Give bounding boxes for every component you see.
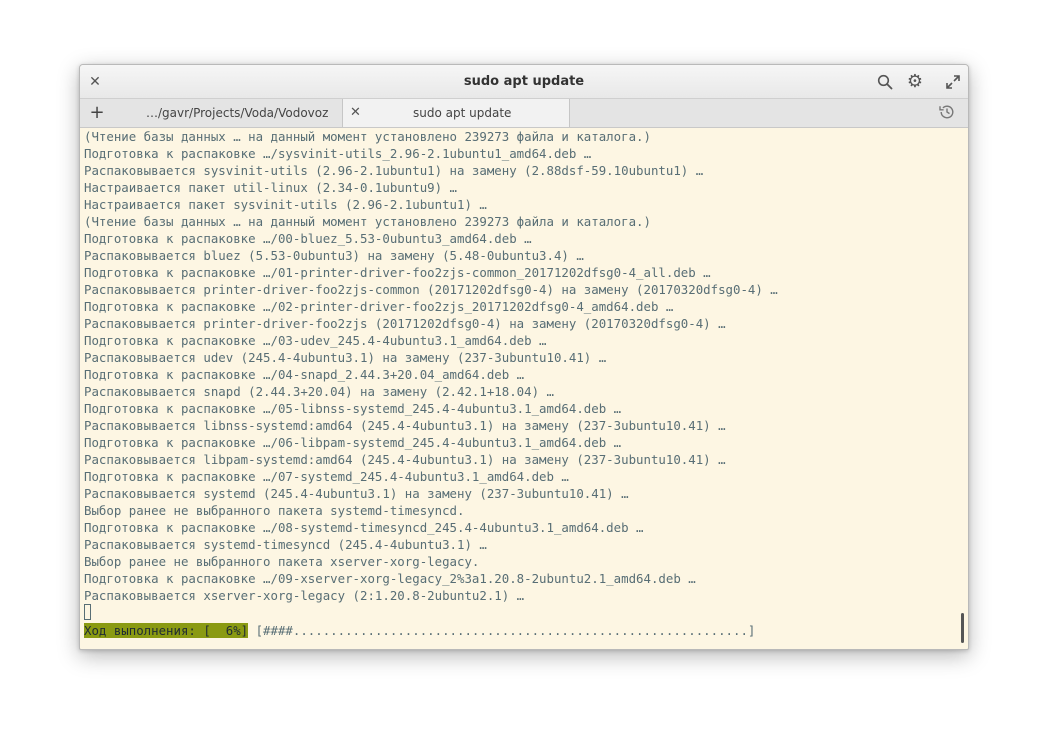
terminal-line: Настраивается пакет util-linux (2.34-0.1… <box>84 180 457 195</box>
search-icon[interactable] <box>874 71 896 93</box>
terminal-line: Распаковывается libnss-systemd:amd64 (24… <box>84 418 726 433</box>
terminal-line: Подготовка к распаковке …/02-printer-dri… <box>84 299 674 314</box>
terminal-line: Распаковывается systemd (245.4-4ubuntu3.… <box>84 486 629 501</box>
progress-line: Ход выполнения: [ 6%] [####.............… <box>84 622 968 640</box>
terminal-line: Подготовка к распаковке …/06-libpam-syst… <box>84 435 622 450</box>
tab-label: sudo apt update <box>413 106 512 120</box>
terminal-line: Подготовка к распаковке …/09-xserver-xor… <box>84 571 696 586</box>
terminal-line: Подготовка к распаковке …/03-udev_245.4-… <box>84 333 547 348</box>
terminal-line: Подготовка к распаковке …/07-systemd_245… <box>84 469 569 484</box>
progress-bar: [####...................................… <box>248 623 756 638</box>
terminal-line: Распаковывается libpam-systemd:amd64 (24… <box>84 452 726 467</box>
window-title: sudo apt update <box>463 74 585 89</box>
terminal-lines: (Чтение базы данных … на данный момент у… <box>84 128 968 604</box>
terminal-line: Распаковывается udev (245.4-4ubuntu3.1) … <box>84 350 607 365</box>
terminal-line: Распаковывается xserver-xorg-legacy (2:1… <box>84 588 525 603</box>
title-bar[interactable]: ✕ sudo apt update ⚙ <box>80 65 968 99</box>
tab-vodovoz[interactable]: …/gavr/Projects/Voda/Vodovoz <box>116 99 342 127</box>
terminal-line: Настраивается пакет sysvinit-utils (2.96… <box>84 197 487 212</box>
maximize-icon[interactable] <box>942 71 964 93</box>
terminal-line: (Чтение базы данных … на данный момент у… <box>84 214 651 229</box>
cursor-line <box>84 604 968 621</box>
tab-bar: + …/gavr/Projects/Voda/Vodovoz ✕ sudo ap… <box>80 99 968 128</box>
terminal-line: Подготовка к распаковке …/00-bluez_5.53-… <box>84 231 532 246</box>
terminal-output[interactable]: (Чтение базы данных … на данный момент у… <box>84 128 968 649</box>
plus-icon[interactable]: + <box>86 102 108 124</box>
terminal-line: Распаковывается snapd (2.44.3+20.04) на … <box>84 384 554 399</box>
terminal-line: Распаковывается sysvinit-utils (2.96-2.1… <box>84 163 704 178</box>
terminal-line: Распаковывается printer-driver-foo2zjs (… <box>84 316 726 331</box>
tab-label: …/gavr/Projects/Voda/Vodovoz <box>146 106 329 120</box>
terminal-line: Подготовка к распаковке …/sysvinit-utils… <box>84 146 592 161</box>
terminal-line: (Чтение базы данных … на данный момент у… <box>84 129 651 144</box>
terminal-line: Распаковывается systemd-timesyncd (245.4… <box>84 537 487 552</box>
terminal-line: Выбор ранее не выбранного пакета xserver… <box>84 554 480 569</box>
progress-label: Ход выполнения: [ 6%] <box>84 623 249 638</box>
terminal-line: Подготовка к распаковке …/01-printer-dri… <box>84 265 711 280</box>
gear-icon[interactable]: ⚙ <box>904 71 926 93</box>
history-icon[interactable] <box>938 103 958 123</box>
terminal-line: Подготовка к распаковке …/04-snapd_2.44.… <box>84 367 525 382</box>
close-tab-icon[interactable]: ✕ <box>350 99 361 127</box>
terminal-line: Подготовка к распаковке …/08-systemd-tim… <box>84 520 644 535</box>
tab-sudo-apt-update[interactable]: ✕ sudo apt update <box>342 99 570 127</box>
scrollbar[interactable] <box>961 613 964 643</box>
text-cursor <box>84 604 91 620</box>
terminal-line: Подготовка к распаковке …/05-libnss-syst… <box>84 401 622 416</box>
terminal-line: Распаковывается bluez (5.53-0ubuntu3) на… <box>84 248 584 263</box>
terminal-line: Выбор ранее не выбранного пакета systemd… <box>84 503 465 518</box>
terminal-window: ✕ sudo apt update ⚙ + …/gavr/Projects/Vo… <box>79 64 969 650</box>
terminal-line: Распаковывается printer-driver-foo2zjs-c… <box>84 282 778 297</box>
